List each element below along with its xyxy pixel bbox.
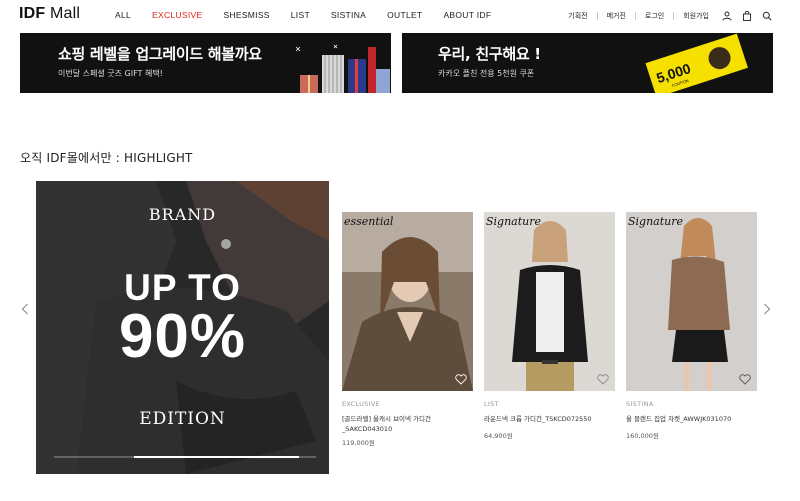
product-label-tag: Signature	[628, 215, 684, 228]
product-brand: SISTINA	[626, 400, 654, 408]
banner-title: 우리, 친구해요 !	[438, 45, 541, 63]
divider	[596, 12, 598, 20]
nav-item-all[interactable]: ALL	[115, 10, 131, 20]
banner-subtitle: 이번달 스페셜 굿즈 GIFT 혜택!	[58, 69, 163, 78]
product-image[interactable]: essential	[342, 212, 473, 391]
product-card[interactable]: Signature SISTINA 울 블렌드 집업 자켓_AWWJK03107…	[626, 212, 757, 440]
nav-item-sistina[interactable]: SISTINA	[331, 10, 366, 20]
carousel-prev-button[interactable]	[20, 302, 30, 316]
heart-icon[interactable]	[597, 374, 609, 385]
banner-title: 쇼핑 레벨을 업그레이드 해볼까요	[58, 45, 262, 63]
carousel-next-button[interactable]	[762, 302, 772, 316]
coupon-illustration: 5,000 COUPON	[645, 33, 748, 93]
product-brand: EXCLUSIVE	[342, 400, 380, 408]
hero-percent: 90%	[118, 302, 247, 371]
search-icon[interactable]	[761, 10, 773, 22]
product-image[interactable]: Signature	[626, 212, 757, 391]
product-name[interactable]: 라운드넥 크롭 가디건_TSKCD072550	[484, 414, 615, 424]
product-price: 119,000원	[342, 439, 375, 447]
product-label-tag: Signature	[486, 215, 542, 228]
gift-boxes-illustration	[295, 44, 390, 93]
hero-brand-top: BRAND	[148, 205, 217, 224]
utility-menu: 기획전 메거진 로그인 회원가입	[568, 10, 773, 22]
product-price: 64,900원	[484, 432, 513, 440]
util-signup-link[interactable]: 회원가입	[683, 11, 709, 21]
chevron-left-icon	[21, 303, 28, 315]
gift-promo-banner[interactable]: 쇼핑 레벨을 업그레이드 해볼까요 이번달 스페셜 굿즈 GIFT 혜택!	[20, 33, 391, 93]
product-image[interactable]: Signature	[484, 212, 615, 391]
product-price: 160,000원	[626, 432, 659, 440]
hero-brand-bottom: EDITION	[139, 409, 226, 429]
nav-item-outlet[interactable]: OUTLET	[387, 10, 422, 20]
product-card[interactable]: essential EXCLUSIVE [골드라벨] 울캐시 브이넥 가디건 _…	[342, 212, 473, 447]
carousel-progress-bar	[54, 456, 316, 458]
divider	[673, 12, 675, 20]
kakao-coupon-banner[interactable]: 우리, 친구해요 ! 카카오 플친 전용 5천원 쿠폰 5,000 COUPON	[402, 33, 773, 93]
highlight-hero-banner[interactable]: BRAND UP TO 90% EDITION	[36, 181, 329, 474]
nav-item-shesmiss[interactable]: SHESMISS	[223, 10, 269, 20]
nav-item-list[interactable]: LIST	[291, 10, 310, 20]
main-nav: ALL EXCLUSIVE SHESMISS LIST SISTINA OUTL…	[115, 10, 512, 20]
util-login-link[interactable]: 로그인	[645, 11, 664, 21]
nav-item-about[interactable]: ABOUT IDF	[443, 10, 491, 20]
chevron-right-icon	[764, 303, 771, 315]
product-brand: LIST	[484, 400, 499, 408]
site-header: IDF Mall ALL EXCLUSIVE SHESMISS LIST SIS…	[0, 0, 800, 33]
product-name[interactable]: [골드라벨] 울캐시 브이넥 가디건 _SAKCD043010	[342, 414, 473, 434]
site-logo[interactable]: IDF Mall	[19, 5, 80, 23]
heart-icon[interactable]	[739, 374, 751, 385]
heart-icon[interactable]	[455, 374, 467, 385]
nav-item-exclusive[interactable]: EXCLUSIVE	[152, 10, 202, 20]
section-title: 오직 IDF몰에서만 : HIGHLIGHT	[20, 151, 193, 165]
banner-subtitle: 카카오 플친 전용 5천원 쿠폰	[438, 69, 535, 78]
product-label-tag: essential	[344, 215, 394, 228]
util-magazine-link[interactable]: 메거진	[607, 11, 626, 21]
util-promotions-link[interactable]: 기획전	[568, 11, 587, 21]
product-name[interactable]: 울 블렌드 집업 자켓_AWWJK031070	[626, 414, 757, 424]
bag-icon[interactable]	[741, 10, 753, 22]
user-icon[interactable]	[721, 10, 733, 22]
divider	[634, 12, 636, 20]
carousel-progress-fill	[134, 456, 300, 458]
product-card[interactable]: Signature LIST 라운드넥 크롭 가디건_TSKCD072550 6…	[484, 212, 615, 440]
